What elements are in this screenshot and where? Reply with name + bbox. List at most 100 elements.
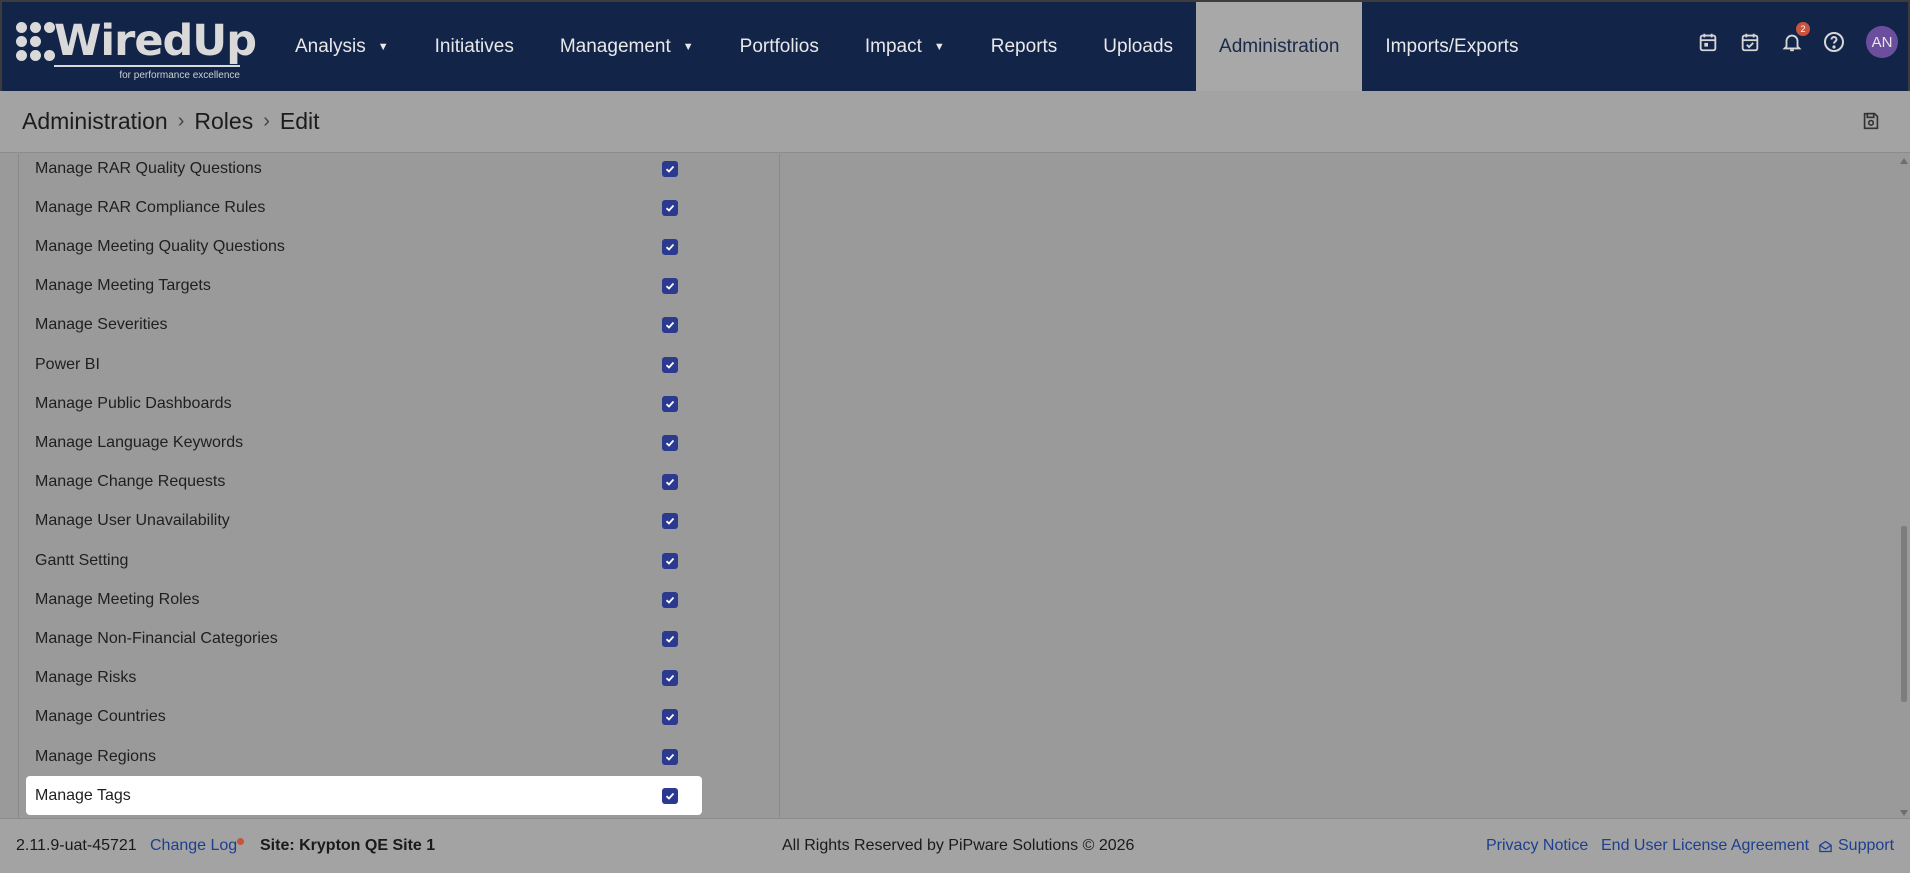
permission-row: Manage Change Requests [26,463,702,502]
top-icons: 2 AN [1694,22,1898,58]
nav-item-label: Administration [1219,35,1340,57]
footer: 2.11.9-uat-45721 Change Log Site: Krypto… [0,818,1910,873]
logo-text: WiredUp [53,16,257,66]
permission-row: Manage Non-Financial Categories [26,619,702,658]
permission-row: Manage Tags [26,776,702,816]
permission-label: Manage RAR Compliance Rules [35,198,266,216]
permission-checkbox[interactable] [662,317,678,334]
scroll-thumb[interactable] [1901,526,1907,702]
permission-label: Manage Regions [35,747,156,765]
permission-label: Manage Change Requests [35,473,226,491]
permission-row: Manage Meeting Roles [26,580,702,619]
version-label: 2.11.9-uat-45721 [16,837,137,854]
nav-item-administration[interactable]: Administration [1196,2,1363,91]
notification-bell-icon[interactable]: 2 [1778,22,1810,56]
support-label: Support [1838,837,1895,854]
permission-checkbox[interactable] [662,591,678,608]
permission-row: Manage Risks [26,659,702,698]
calendar-check-icon[interactable] [1736,28,1764,56]
permission-checkbox[interactable] [662,630,678,647]
nav-item-portfolios[interactable]: Portfolios [717,2,842,91]
permission-checkbox[interactable] [662,787,678,804]
calendar-icon[interactable] [1694,28,1722,56]
scroll-up-icon[interactable] [1900,158,1908,164]
permission-row: Manage User Unavailability [26,502,702,541]
permission-label: Manage Risks [35,669,137,687]
user-avatar[interactable]: AN [1866,26,1898,58]
nav-item-label: Portfolios [739,35,819,57]
site-label: Site: Krypton QE Site 1 [260,837,436,854]
nav-item-imports-exports[interactable]: Imports/Exports [1362,2,1541,91]
permission-checkbox[interactable] [662,238,678,255]
permission-checkbox[interactable] [662,199,678,216]
permission-row: Manage Public Dashboards [26,384,702,423]
nav-item-impact[interactable]: Impact ▼ [842,2,968,91]
nav-item-reports[interactable]: Reports [968,2,1081,91]
scroll-down-icon[interactable] [1900,810,1908,816]
copyright-text: All Rights Reserved by PiPware Solutions… [782,837,1135,854]
logo-tagline: for performance excellence [119,70,240,81]
breadcrumb-edit: Edit [279,108,320,134]
change-log-link[interactable]: Change Log [150,837,237,855]
permission-checkbox[interactable] [662,513,678,530]
notification-badge: 2 [1796,22,1810,36]
nav-item-uploads[interactable]: Uploads [1080,2,1196,91]
help-icon[interactable] [1820,28,1848,56]
permission-label: Manage Non-Financial Categories [35,629,278,647]
permission-label: Manage Countries [35,708,166,726]
logo-dots-icon [16,22,55,72]
nav-item-label: Reports [990,35,1058,57]
change-log-dot [237,838,244,845]
support-link[interactable]: Support [1818,837,1894,855]
privacy-notice-link[interactable]: Privacy Notice [1486,837,1588,855]
permission-row: Manage Language Keywords [26,423,702,462]
permission-checkbox[interactable] [662,552,678,569]
permission-label: Manage Severities [35,316,168,334]
permission-label: Manage Public Dashboards [35,394,232,412]
permission-checkbox[interactable] [662,278,678,295]
nav-item-initiatives[interactable]: Initiatives [412,2,537,91]
main-nav: Analysis ▼ Initiatives Management ▼ Portfolio… [272,2,1541,91]
permission-label: Manage Meeting Targets [35,277,211,295]
caret-down-icon: ▼ [933,40,945,53]
scrollbar[interactable] [1898,154,1910,818]
permission-row: Manage Regions [26,737,702,776]
permission-row: Manage Meeting Targets [26,267,702,306]
chevron-right-icon: › [263,110,270,132]
permission-row: Manage Countries [26,698,702,737]
permission-row: Manage RAR Quality Questions [26,154,702,188]
permission-label: Power BI [35,355,100,373]
permissions-list: Manage RAR Quality Questions Manage RAR C… [18,154,780,818]
permission-row: Manage Meeting Quality Questions [26,227,702,266]
permission-label: Manage Tags [35,786,131,804]
permission-checkbox[interactable] [662,748,678,765]
caret-down-icon: ▼ [377,40,389,53]
nav-item-analysis[interactable]: Analysis ▼ [272,2,412,91]
permission-checkbox[interactable] [662,395,678,412]
permission-checkbox[interactable] [662,474,678,491]
permission-checkbox[interactable] [662,434,678,451]
permission-checkbox[interactable] [662,356,678,373]
permission-label: Manage Meeting Roles [35,590,200,608]
nav-item-management[interactable]: Management ▼ [537,2,717,91]
main-content: Manage RAR Quality Questions Manage RAR C… [0,154,1910,818]
nav-item-label: Uploads [1103,35,1174,57]
permission-row: Gantt Setting [26,541,702,580]
wiredup-logo[interactable]: WiredUp for performance excellence [16,16,257,81]
eula-link[interactable]: End User License Agreement [1601,837,1809,855]
support-mail-icon [1819,840,1832,852]
breadcrumb-administration[interactable]: Administration [22,108,168,135]
permission-row: Manage Severities [26,306,702,345]
permission-checkbox[interactable] [662,160,678,177]
permission-checkbox[interactable] [662,670,678,687]
nav-item-label: Management [559,35,671,57]
save-icon[interactable] [1860,110,1884,134]
permission-label: Manage Meeting Quality Questions [35,237,285,255]
permission-row: Manage RAR Compliance Rules [26,188,702,227]
top-navbar: WiredUp for performance excellence Analy… [0,0,1910,91]
nav-item-label: Impact [864,35,922,57]
chevron-right-icon: › [177,110,185,132]
permission-label: Manage User Unavailability [35,512,230,530]
breadcrumb-roles[interactable]: Roles [194,108,253,135]
permission-checkbox[interactable] [662,709,678,726]
